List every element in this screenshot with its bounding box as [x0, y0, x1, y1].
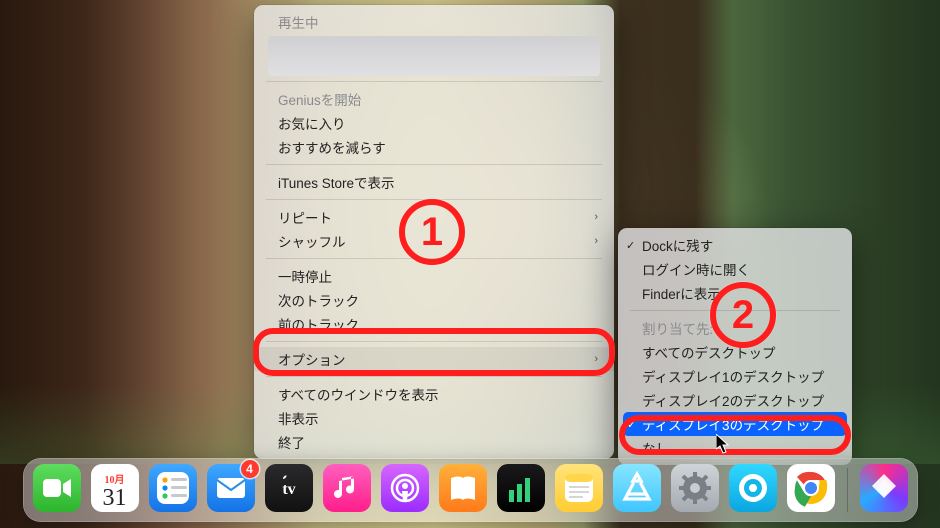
- chevron-right-icon: ›: [594, 235, 598, 247]
- podcasts-icon[interactable]: [381, 464, 429, 512]
- menu-quit[interactable]: 終了: [254, 430, 614, 454]
- menu-recommend-less[interactable]: おすすめを減らす: [254, 135, 614, 159]
- menu-hide[interactable]: 非表示: [254, 406, 614, 430]
- annotation-ring-1: 1: [399, 199, 465, 265]
- mail-badge: 4: [241, 460, 259, 478]
- menu-separator: [266, 376, 602, 377]
- menu-next-track[interactable]: 次のトラック: [254, 288, 614, 312]
- music-icon[interactable]: [323, 464, 371, 512]
- chrome-icon[interactable]: [787, 464, 835, 512]
- mail-icon[interactable]: 4: [207, 464, 255, 512]
- mouse-cursor: [716, 434, 731, 455]
- chevron-right-icon: ›: [594, 211, 598, 223]
- now-playing-artwork: [268, 36, 600, 76]
- annotation-box-options: [253, 328, 615, 376]
- submenu-display-1[interactable]: ディスプレイ1のデスクトップ: [618, 364, 852, 388]
- dock-separator: [847, 468, 848, 512]
- annotation-ring-2: 2: [710, 282, 776, 348]
- calendar-icon[interactable]: 10月31: [91, 464, 139, 512]
- menu-separator: [266, 81, 602, 82]
- menu-separator: [266, 164, 602, 165]
- settings-icon[interactable]: [671, 464, 719, 512]
- annotation-box-display3: [619, 415, 851, 455]
- menu-show-in-store[interactable]: iTunes Storeで表示: [254, 170, 614, 194]
- menu-pause[interactable]: 一時停止: [254, 264, 614, 288]
- appstore-icon[interactable]: [613, 464, 661, 512]
- now-playing-header: 再生中: [254, 10, 614, 34]
- facetime-icon[interactable]: [33, 464, 81, 512]
- menu-show-all-windows[interactable]: すべてのウインドウを表示: [254, 382, 614, 406]
- svg-text:tv: tv: [282, 481, 295, 498]
- menu-genius-start: Geniusを開始: [254, 87, 614, 111]
- submenu-display-2[interactable]: ディスプレイ2のデスクトップ: [618, 388, 852, 412]
- submenu-keep-in-dock[interactable]: ✓Dockに残す: [618, 233, 852, 257]
- shortcuts-icon[interactable]: [860, 464, 908, 512]
- submenu-open-at-login[interactable]: ログイン時に開く: [618, 257, 852, 281]
- menu-favorites[interactable]: お気に入り: [254, 111, 614, 135]
- stocks-icon[interactable]: [497, 464, 545, 512]
- reminders-icon[interactable]: [149, 464, 197, 512]
- dock: 10月31 4 tv: [0, 458, 940, 522]
- appletv-icon[interactable]: tv: [265, 464, 313, 512]
- books-icon[interactable]: [439, 464, 487, 512]
- music-recognition-icon[interactable]: [729, 464, 777, 512]
- notes-icon[interactable]: [555, 464, 603, 512]
- check-icon: ✓: [626, 239, 635, 252]
